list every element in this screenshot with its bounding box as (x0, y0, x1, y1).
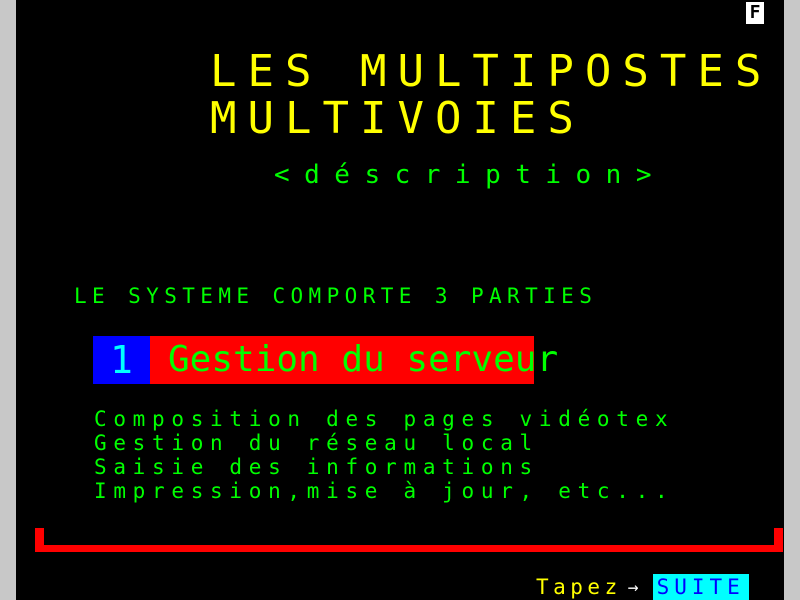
list-item: Composition des pages vidéotex (94, 407, 675, 431)
list-item: Saisie des informations (94, 455, 539, 479)
section-bracket-divider (35, 528, 783, 552)
page-subtitle: <déscription> (274, 160, 666, 190)
suite-key-button[interactable]: SUITE (652, 574, 749, 600)
list-item: Impression,mise à jour, etc... (94, 479, 675, 503)
arrow-right-icon: → (627, 576, 639, 598)
minitel-screen: F LES MULTIPOSTES MULTIVOIES <déscriptio… (16, 0, 784, 600)
section-items-list: Composition des pages vidéotex Gestion d… (94, 407, 674, 503)
list-item: Gestion du réseau local (94, 431, 539, 455)
footer-navigation: Tapez → SUITE (536, 574, 749, 600)
section-header: 1 Gestion du serveur (93, 336, 558, 384)
footer-prompt: Tapez (536, 575, 622, 599)
section-title: Gestion du serveur (150, 336, 558, 384)
page-title-line2: MULTIVOIES (210, 93, 585, 144)
page-title-line1: LES MULTIPOSTES (210, 46, 773, 97)
section-number: 1 (93, 336, 150, 384)
intro-text: LE SYSTEME COMPORTE 3 PARTIES (74, 284, 598, 308)
page-indicator-badge: F (746, 2, 764, 24)
